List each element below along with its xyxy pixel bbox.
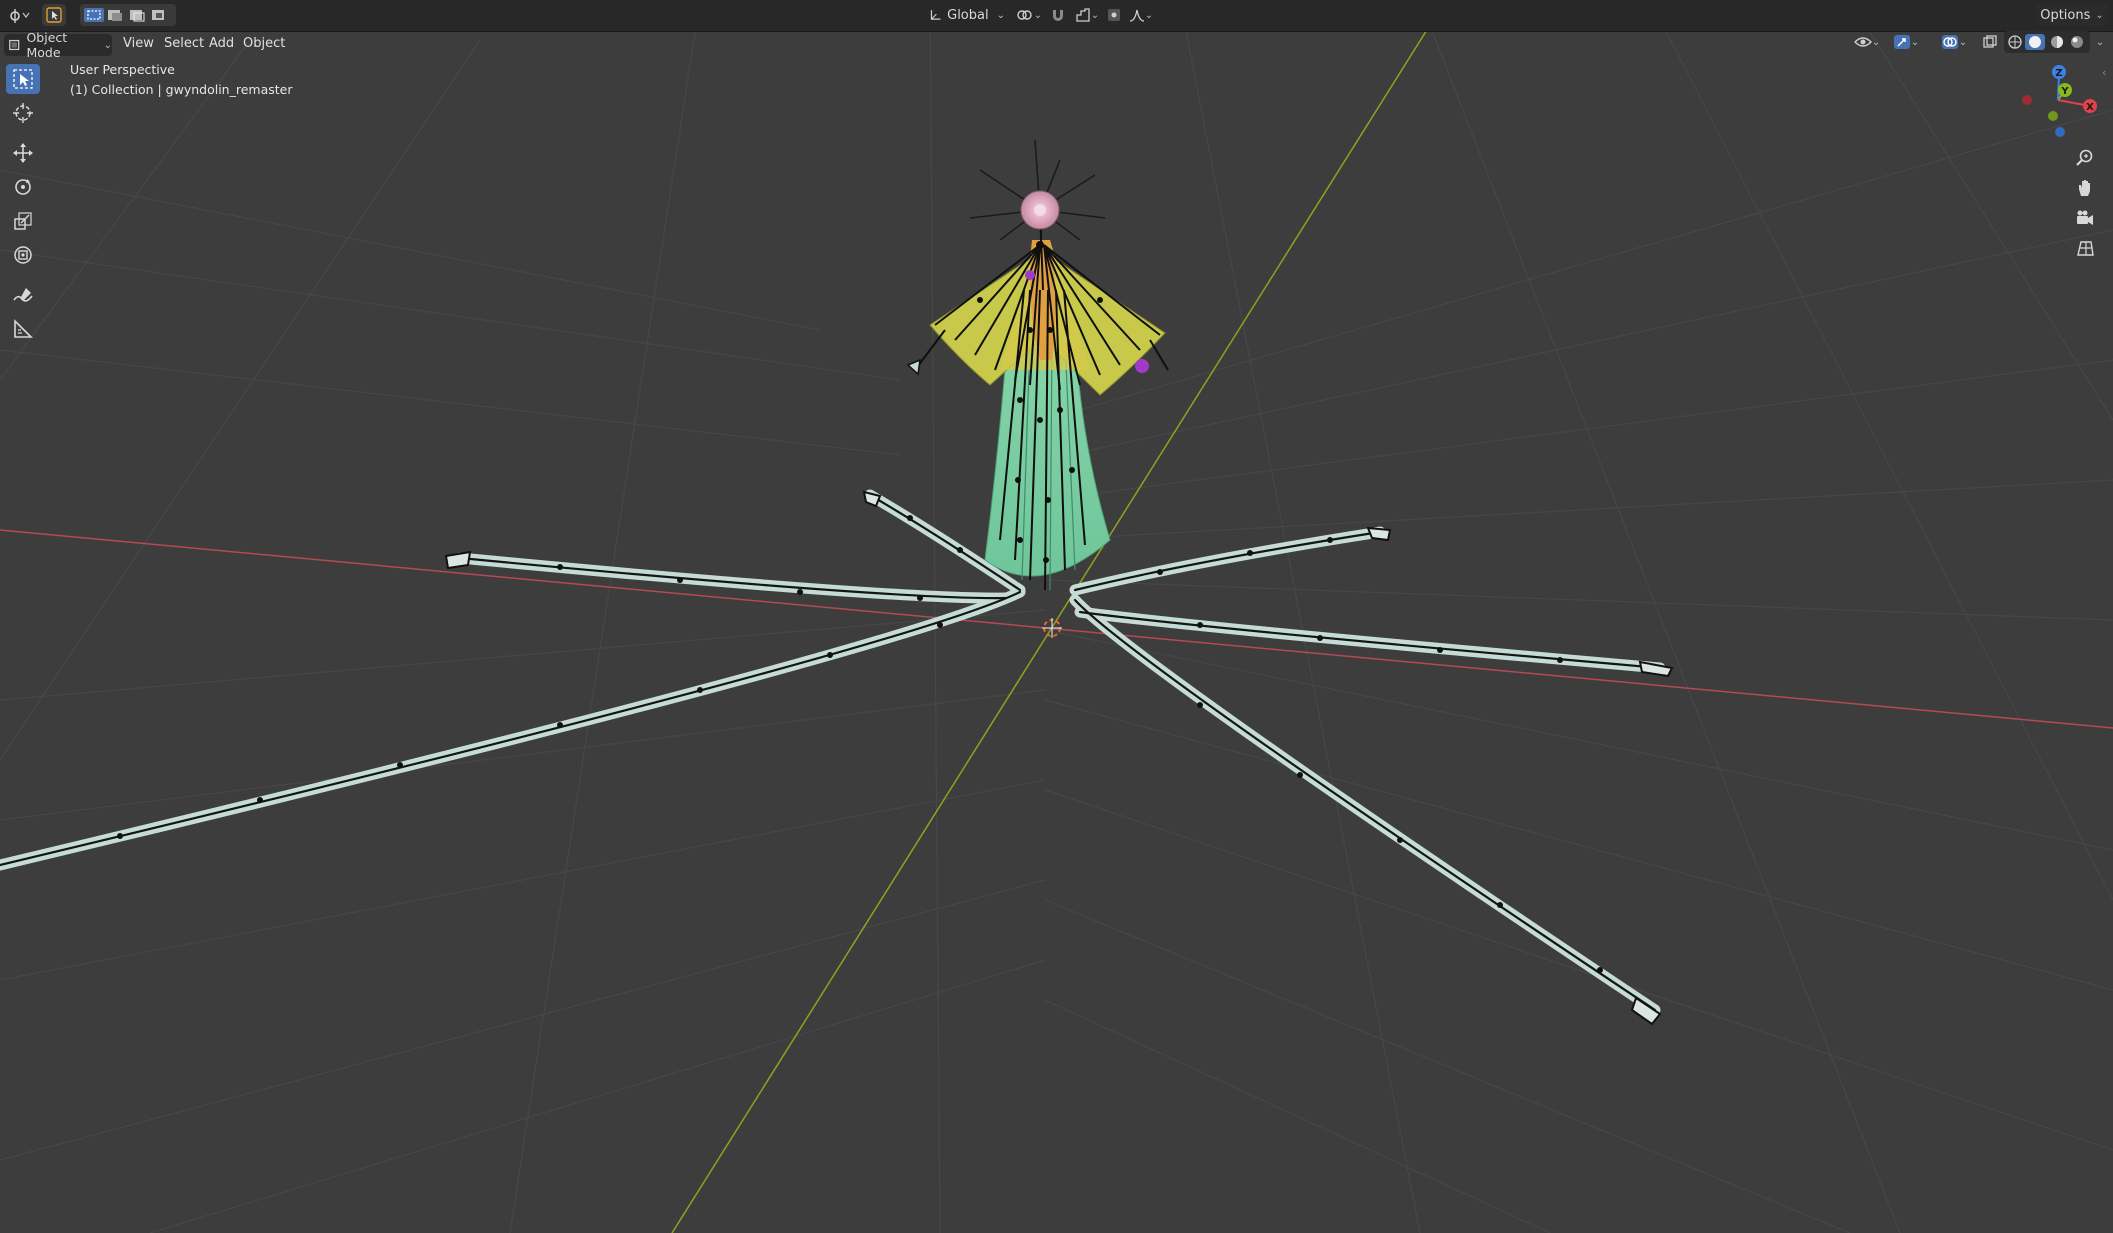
object-mode-dropdown[interactable]: Object Mode ⌄ xyxy=(4,30,112,60)
tool-rotate[interactable] xyxy=(6,172,40,202)
gizmo-x-label: X xyxy=(2086,102,2094,113)
tool-cursor[interactable] xyxy=(6,98,40,128)
gizmo-neg-z[interactable] xyxy=(2055,127,2065,137)
select-mode-button[interactable] xyxy=(42,4,66,26)
menu-add[interactable]: Add xyxy=(203,34,240,54)
gizmo-z-label: Z xyxy=(2055,68,2062,79)
menu-object[interactable]: Object xyxy=(237,34,291,54)
tool-transform[interactable] xyxy=(6,240,40,270)
object-mode-label: Object Mode xyxy=(26,30,68,60)
gizmo-icon xyxy=(1893,35,1910,49)
chevron-down-icon: ⌄ xyxy=(1958,36,1968,48)
select-box-icon xyxy=(13,69,33,89)
camera-icon xyxy=(2077,210,2093,225)
falloff-dropdown[interactable]: ⌄ xyxy=(1126,4,1156,26)
transform-orientation-dropdown[interactable]: Global ⌄ xyxy=(925,4,1005,26)
hand-icon xyxy=(2079,180,2090,196)
view-name-label: User Perspective xyxy=(70,62,175,77)
object-mode-icon xyxy=(9,39,20,51)
shading-options-dropdown[interactable]: ⌄ xyxy=(2092,31,2108,53)
pivot-icon xyxy=(1017,10,1032,20)
chevron-down-icon: ⌄ xyxy=(1033,9,1043,21)
orientation-icon xyxy=(930,10,941,20)
xray-toggle[interactable] xyxy=(1980,31,2000,53)
grid-icon xyxy=(2077,241,2094,256)
snap-increment-icon xyxy=(1076,8,1090,22)
rotate-icon xyxy=(15,179,31,195)
proportional-icon xyxy=(1108,9,1120,21)
selection-modes-icon xyxy=(84,8,164,22)
options-dropdown[interactable]: Options ⌄ xyxy=(2036,4,2108,26)
chevron-down-icon: ⌄ xyxy=(1144,9,1154,21)
measure-icon xyxy=(14,319,33,338)
tool-scale[interactable] xyxy=(6,206,40,236)
snap-toggle[interactable] xyxy=(1048,4,1068,26)
chevron-down-icon: ⌄ xyxy=(1090,9,1100,21)
selection-mode-group[interactable] xyxy=(80,4,176,26)
zoom-button[interactable] xyxy=(2070,144,2100,172)
ortho-toggle-button[interactable] xyxy=(2070,234,2100,262)
tool-measure[interactable] xyxy=(6,314,40,344)
proportional-editing-toggle[interactable] xyxy=(1104,4,1124,26)
navigation-gizmo[interactable]: X Y Z xyxy=(2013,62,2103,142)
zoom-icon xyxy=(2076,149,2093,166)
gizmo-y-label: Y xyxy=(2060,86,2069,97)
orientation-label: Global xyxy=(947,7,989,23)
overlays-icon xyxy=(1941,35,1958,49)
scale-icon xyxy=(14,212,32,230)
tool-select-box[interactable] xyxy=(6,64,40,94)
gizmo-neg-y[interactable] xyxy=(2048,111,2058,121)
options-label: Options xyxy=(2040,7,2091,23)
chevron-down-icon: ⌄ xyxy=(996,9,1005,21)
editor-type-button[interactable] xyxy=(4,4,34,26)
overlays-toggle[interactable]: ⌄ xyxy=(1936,31,1972,53)
collection-info-label: (1) Collection | gwyndolin_remaster xyxy=(70,82,293,97)
chevron-down-icon: ⌄ xyxy=(2095,9,2104,21)
shading-modes-group[interactable] xyxy=(2004,31,2090,53)
viewport-menu-bar: Object Mode ⌄ xyxy=(0,30,2113,60)
chevron-down-icon: ⌄ xyxy=(1910,36,1920,48)
eye-icon xyxy=(1853,37,1872,47)
menu-view[interactable]: View xyxy=(117,34,160,54)
falloff-curve-icon xyxy=(1129,9,1144,22)
tool-annotate[interactable] xyxy=(6,280,40,310)
pan-button[interactable] xyxy=(2070,174,2100,202)
magnet-icon xyxy=(1053,10,1063,21)
move-icon xyxy=(13,143,33,163)
3d-viewport[interactable] xyxy=(0,0,2113,1233)
chevron-down-icon: ⌄ xyxy=(2095,36,2105,48)
visibility-selectability-dropdown[interactable]: ⌄ xyxy=(1852,31,1882,53)
chevron-down-icon: ⌄ xyxy=(1871,36,1881,48)
pivot-point-dropdown[interactable]: ⌄ xyxy=(1012,4,1046,26)
chevron-down-icon: ⌄ xyxy=(103,39,112,51)
snap-target-dropdown[interactable]: ⌄ xyxy=(1070,4,1104,26)
annotate-icon xyxy=(13,288,33,302)
tool-move[interactable] xyxy=(6,138,40,168)
xray-icon xyxy=(1983,35,1997,48)
tool-shelf xyxy=(3,62,41,352)
shading-modes-icon xyxy=(2008,34,2083,50)
camera-view-button[interactable] xyxy=(2070,204,2100,232)
gizmos-toggle[interactable]: ⌄ xyxy=(1888,31,1924,53)
viewport-header: Global ⌄ ⌄ ⌄ ⌄ Options ⌄ xyxy=(0,0,2113,32)
pointer-icon xyxy=(46,7,62,23)
cursor-icon xyxy=(13,103,33,123)
right-panel-collapse-arrow[interactable]: ‹ xyxy=(2102,66,2112,84)
transform-icon xyxy=(14,246,32,264)
editor-type-icon xyxy=(10,9,30,23)
gizmo-neg-x[interactable] xyxy=(2022,95,2032,105)
